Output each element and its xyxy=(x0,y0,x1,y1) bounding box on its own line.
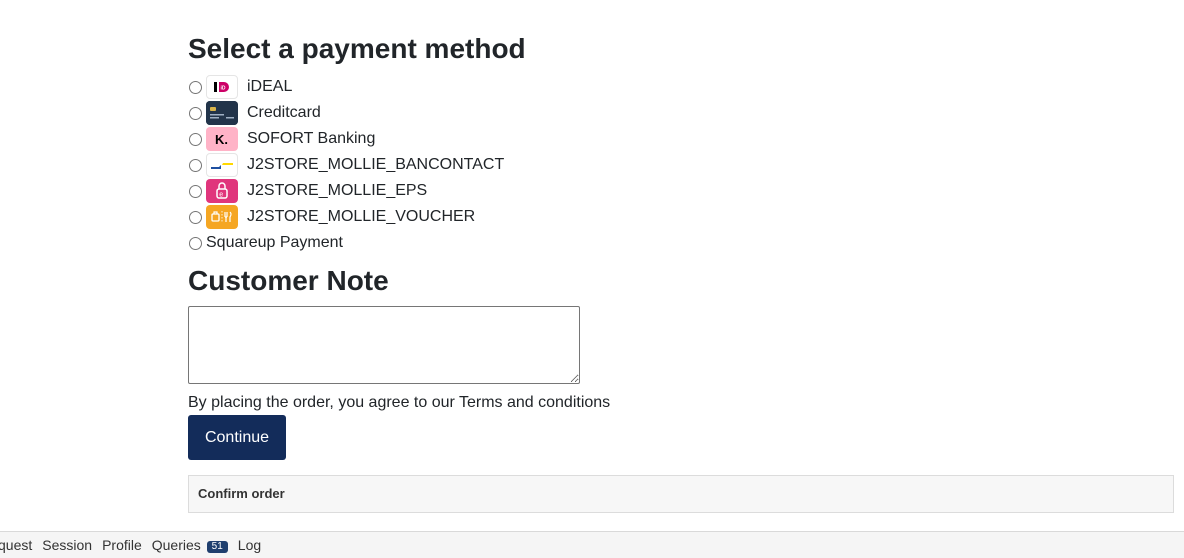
voucher-logo-icon xyxy=(206,205,238,229)
creditcard-label: Creditcard xyxy=(247,104,321,121)
bancontact-radio[interactable] xyxy=(189,158,202,172)
debug-tab-profile[interactable]: Profile xyxy=(97,532,147,558)
creditcard-logo-icon xyxy=(206,101,238,125)
debug-tab-log[interactable]: Log xyxy=(233,532,266,558)
svg-text:K.: K. xyxy=(215,132,228,147)
squareup-radio[interactable] xyxy=(189,236,202,250)
queries-label: Queries xyxy=(151,537,201,553)
payment-option-sofort[interactable]: K. SOFORT Banking xyxy=(188,126,504,152)
creditcard-radio[interactable] xyxy=(189,106,202,120)
eps-logo-icon: e xyxy=(206,179,238,203)
payment-method-heading: Select a payment method xyxy=(188,33,526,64)
confirm-order-panel: Confirm order xyxy=(188,475,1174,513)
payment-option-voucher[interactable]: J2STORE_MOLLIE_VOUCHER xyxy=(188,204,504,230)
sofort-klarna-logo-icon: K. xyxy=(206,127,238,151)
voucher-label: J2STORE_MOLLIE_VOUCHER xyxy=(247,208,476,225)
payment-option-creditcard[interactable]: Creditcard xyxy=(188,100,504,126)
svg-text:e: e xyxy=(219,192,223,199)
payment-option-squareup[interactable]: Squareup Payment xyxy=(188,230,504,256)
payment-methods-list: iD iDEAL Creditcard K. SOFORT Banking J2… xyxy=(188,74,504,256)
ideal-radio[interactable] xyxy=(189,80,202,94)
bancontact-label: J2STORE_MOLLIE_BANCONTACT xyxy=(247,156,505,173)
debug-bar-tabs: quest Session Profile Queries 51 Log xyxy=(0,532,266,558)
ideal-label: iDEAL xyxy=(247,78,293,95)
ideal-logo-icon: iD xyxy=(206,75,238,99)
eps-radio[interactable] xyxy=(189,184,202,198)
sofort-radio[interactable] xyxy=(189,132,202,146)
debug-tab-queries[interactable]: Queries 51 xyxy=(147,532,233,558)
payment-option-eps[interactable]: e J2STORE_MOLLIE_EPS xyxy=(188,178,504,204)
customer-note-textarea[interactable] xyxy=(188,306,580,384)
bancontact-logo-icon xyxy=(206,153,238,177)
payment-option-ideal[interactable]: iD iDEAL xyxy=(188,74,504,100)
customer-note-heading: Customer Note xyxy=(188,265,389,296)
sofort-label: SOFORT Banking xyxy=(247,130,376,147)
debug-tab-request[interactable]: quest xyxy=(0,532,37,558)
eps-label: J2STORE_MOLLIE_EPS xyxy=(247,182,428,199)
squareup-label: Squareup Payment xyxy=(206,234,343,251)
debug-tab-session[interactable]: Session xyxy=(37,532,97,558)
voucher-radio[interactable] xyxy=(189,210,202,224)
svg-text:iD: iD xyxy=(221,86,226,92)
payment-option-bancontact[interactable]: J2STORE_MOLLIE_BANCONTACT xyxy=(188,152,504,178)
continue-button[interactable]: Continue xyxy=(188,415,286,460)
queries-count-badge: 51 xyxy=(206,541,228,553)
debug-bar: quest Session Profile Queries 51 Log xyxy=(0,531,1184,558)
terms-text: By placing the order, you agree to our T… xyxy=(188,394,611,411)
